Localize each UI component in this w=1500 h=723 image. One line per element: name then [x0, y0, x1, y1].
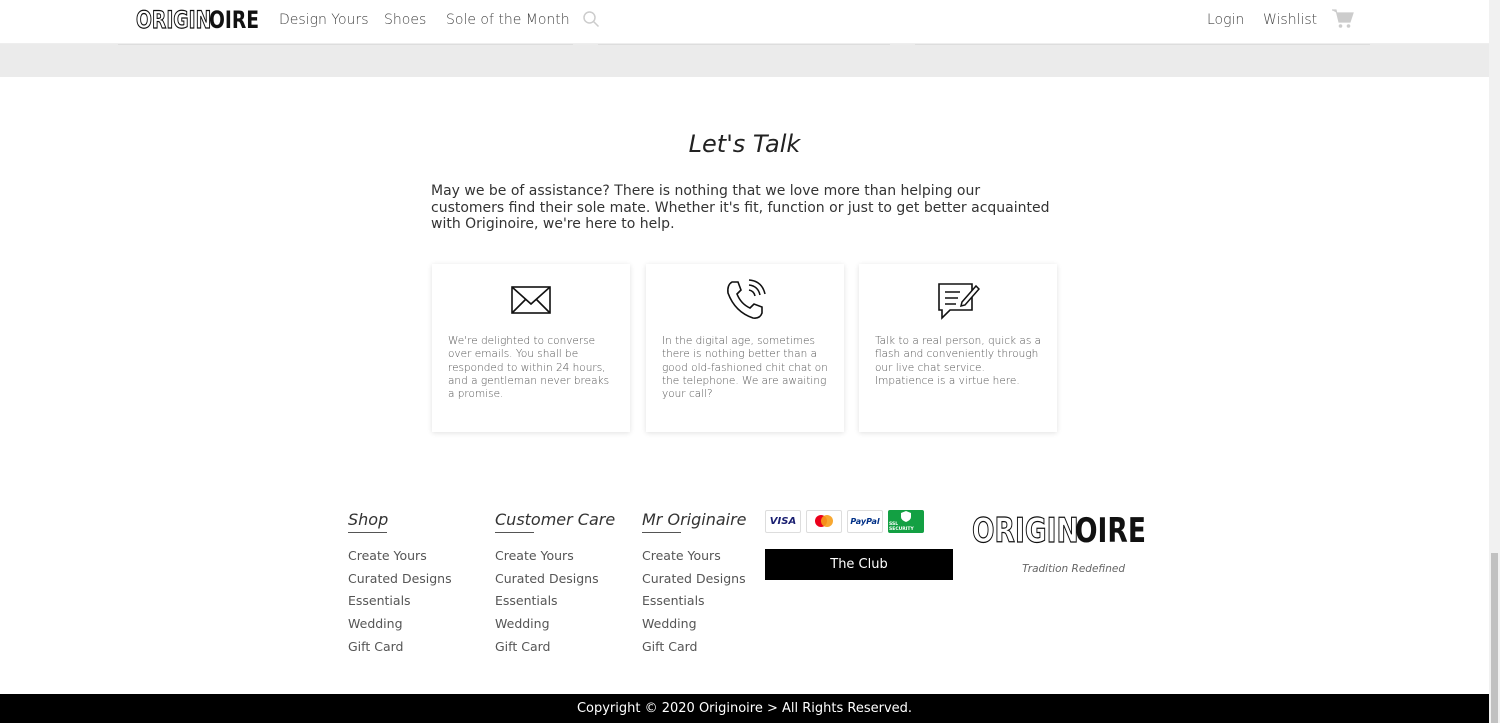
- footer-link[interactable]: Essentials: [642, 593, 747, 616]
- footer-col-shop: Shop Create Yours Curated Designs Essent…: [348, 510, 452, 661]
- mastercard-icon: [806, 510, 842, 533]
- footer-link[interactable]: Essentials: [495, 593, 615, 616]
- card-text: We're delighted to converse over emails.…: [448, 335, 610, 401]
- ssl-security-icon: SSL SECURITY: [888, 510, 924, 533]
- footer-link[interactable]: Curated Designs: [642, 571, 747, 594]
- contact-card-phone[interactable]: In the digital age, sometimes there is n…: [646, 264, 844, 432]
- footer-col-mr-originaire: Mr Originaire Create Yours Curated Desig…: [642, 510, 747, 661]
- nav-design-yours[interactable]: Design Yours: [279, 12, 368, 28]
- nav-sole-of-the-month[interactable]: Sole of the Month: [446, 12, 570, 28]
- the-club-button[interactable]: The Club: [765, 549, 953, 580]
- card-text: Talk to a real person, quick as a flash …: [875, 335, 1042, 387]
- footer-link[interactable]: Wedding: [495, 616, 615, 639]
- footer-link[interactable]: Curated Designs: [348, 571, 452, 594]
- footer-logo[interactable]: ORIGIN OIRE: [972, 510, 1166, 551]
- divider: [495, 532, 534, 533]
- page-scrollbar[interactable]: [1489, 0, 1500, 723]
- shield-icon: [901, 511, 911, 522]
- card-text: In the digital age, sometimes there is n…: [662, 335, 828, 401]
- envelope-icon: [511, 286, 551, 314]
- contact-card-chat[interactable]: Talk to a real person, quick as a flash …: [859, 264, 1057, 432]
- footer-link[interactable]: Wedding: [348, 616, 452, 639]
- scrollbar-thumb[interactable]: [1491, 553, 1498, 723]
- section-title: Let's Talk: [688, 130, 801, 158]
- footer-link[interactable]: Gift Card: [348, 639, 452, 662]
- footer-link[interactable]: Gift Card: [642, 639, 747, 662]
- footer-link[interactable]: Create Yours: [348, 548, 452, 571]
- chat-icon: [938, 283, 980, 320]
- mastercard-circles-icon: [815, 514, 833, 527]
- content-band: [0, 44, 1489, 77]
- footer-heading: Shop: [348, 510, 389, 529]
- paypal-icon: PayPal: [847, 510, 883, 533]
- phone-icon: [727, 279, 766, 319]
- footer-link[interactable]: Create Yours: [495, 548, 615, 571]
- footer-link[interactable]: Create Yours: [642, 548, 747, 571]
- section-intro: May we be of assistance? There is nothin…: [431, 183, 1050, 232]
- visa-icon: VISA: [765, 510, 801, 533]
- tagline: Tradition Redefined: [1022, 563, 1125, 575]
- cart-icon[interactable]: [1332, 9, 1354, 29]
- payment-badges: VISA PayPal SSL SECURITY: [765, 510, 924, 533]
- divider: [642, 532, 681, 533]
- search-icon[interactable]: [582, 10, 600, 28]
- footer-link[interactable]: Essentials: [348, 593, 452, 616]
- login-link[interactable]: Login: [1207, 12, 1244, 28]
- footer-heading: Mr Originaire: [642, 510, 747, 529]
- footer-link[interactable]: Curated Designs: [495, 571, 615, 594]
- nav-shoes[interactable]: Shoes: [384, 12, 426, 28]
- brand-logo[interactable]: ORIGIN OIRE: [136, 5, 273, 34]
- footer-col-customer-care: Customer Care Create Yours Curated Desig…: [495, 510, 615, 661]
- copyright-bar: Copyright © 2020 Originoire > All Rights…: [0, 694, 1489, 723]
- footer-link[interactable]: Wedding: [642, 616, 747, 639]
- footer-link[interactable]: Gift Card: [495, 639, 615, 662]
- contact-card-email[interactable]: We're delighted to converse over emails.…: [432, 264, 630, 432]
- wishlist-link[interactable]: Wishlist: [1263, 12, 1317, 28]
- footer-heading: Customer Care: [495, 510, 616, 529]
- divider: [348, 532, 387, 533]
- top-navbar: ORIGIN OIRE Design Yours Shoes Sole of t…: [0, 0, 1489, 44]
